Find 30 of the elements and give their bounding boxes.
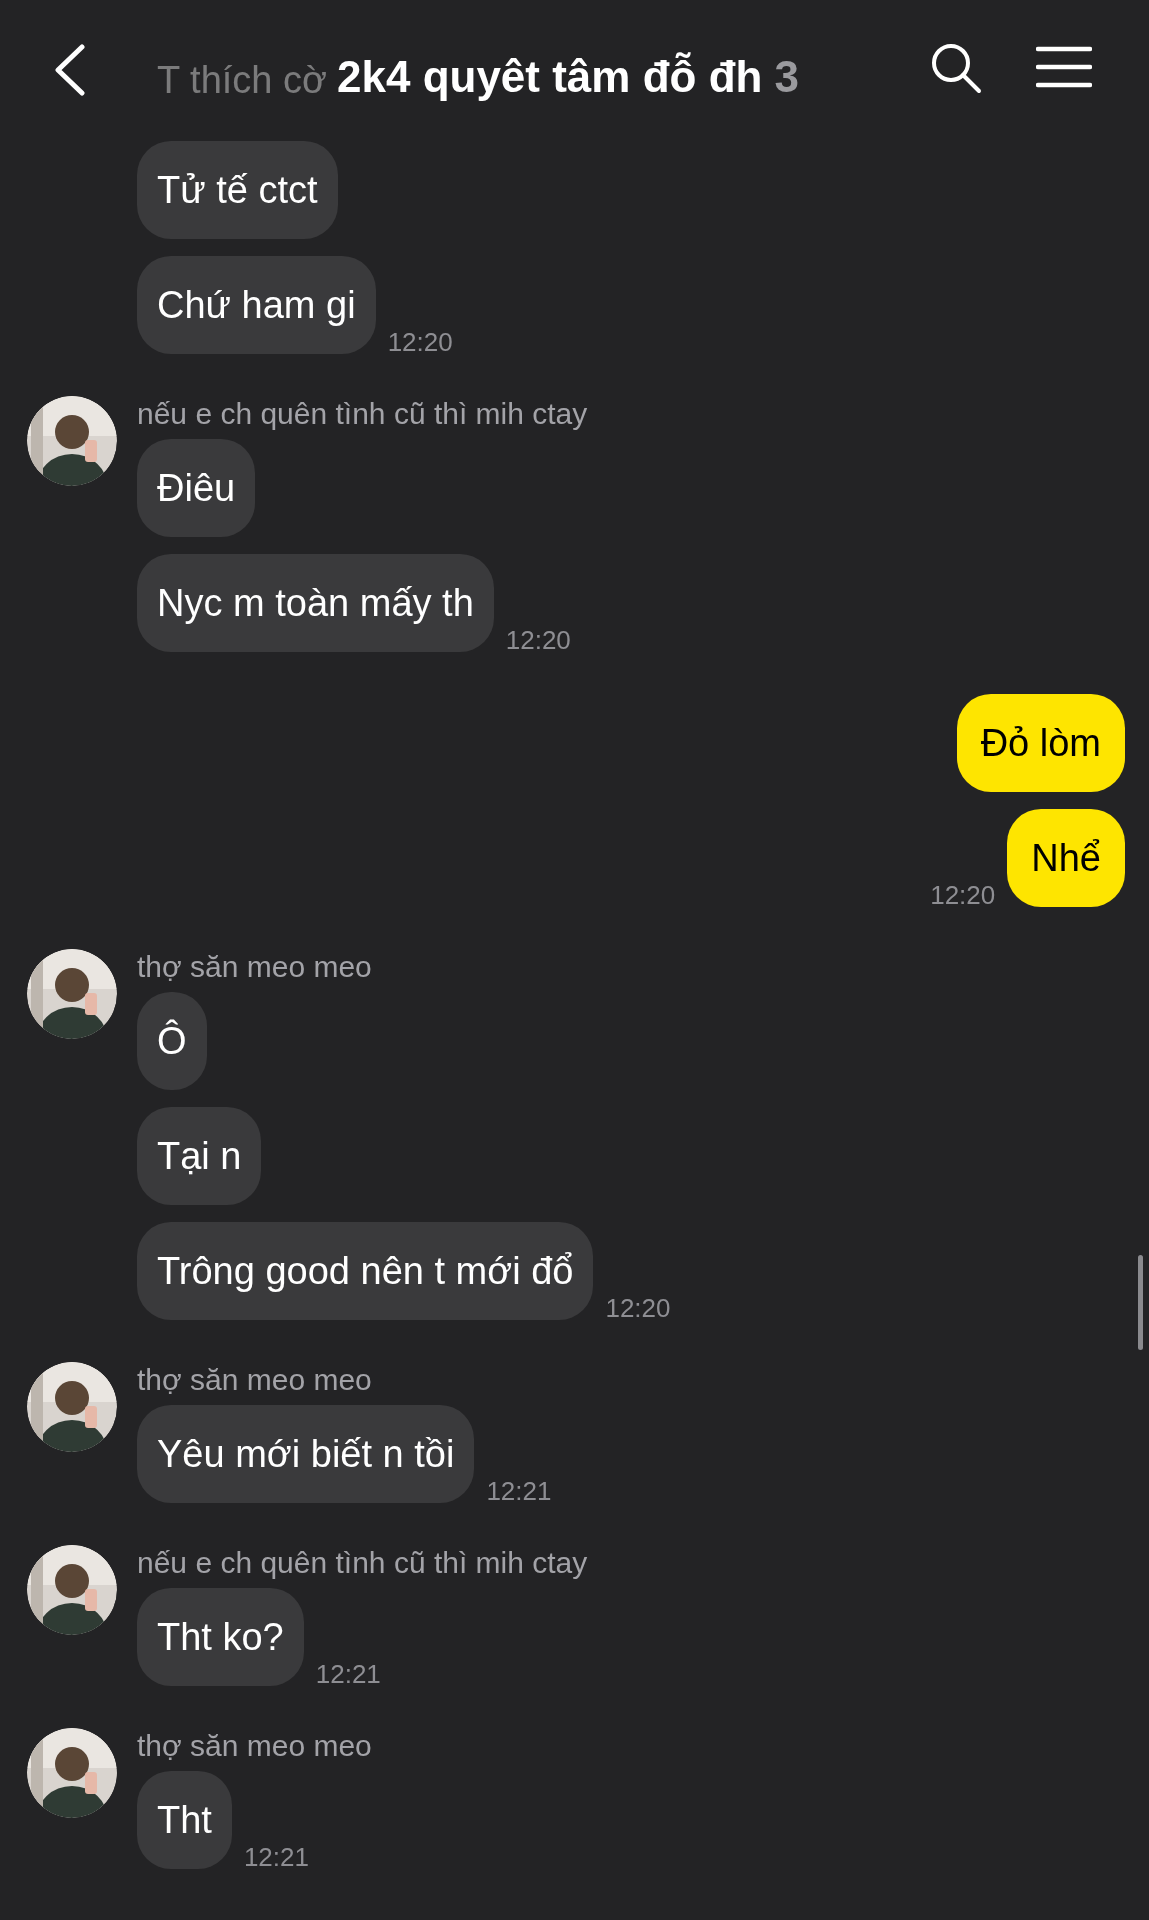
menu-icon[interactable] xyxy=(1036,46,1092,88)
message-bubble: Nhể xyxy=(1007,809,1125,907)
message-bubble: Tại n xyxy=(137,1107,262,1205)
message-time: 12:21 xyxy=(315,1658,381,1691)
message-bubble: Điêu xyxy=(137,439,256,537)
message-bubble: Yêu mới biết n tồi xyxy=(137,1405,475,1503)
message-time: 12:21 xyxy=(243,1841,309,1874)
message-bubble: Đỏ lòm xyxy=(956,694,1125,792)
sender-name: thợ săn meo meo xyxy=(137,949,372,985)
message-text: T thích cờ xyxy=(157,58,327,103)
sender-name: nếu e ch quên tình cũ thì mih ctay xyxy=(137,1545,588,1581)
search-icon[interactable] xyxy=(930,42,982,94)
message-bubble: Chứ ham gi xyxy=(137,256,376,354)
message-time: 12:20 xyxy=(930,879,996,912)
message-time: 12:21 xyxy=(486,1475,552,1508)
chat-title: 2k4 quyêt tâm đỗ đh xyxy=(337,51,763,103)
message-time: 12:20 xyxy=(387,326,453,359)
message-time: 12:20 xyxy=(505,624,571,657)
sender-name: thợ săn meo meo xyxy=(137,1728,372,1764)
message-bubble: Ô xyxy=(137,992,207,1090)
sender-name: thợ săn meo meo xyxy=(137,1362,372,1398)
sender-name: nếu e ch quên tình cũ thì mih ctay xyxy=(137,396,588,432)
message-bubble: Tht ko? xyxy=(137,1588,304,1686)
message-bubble: Nyc m toàn mấy th xyxy=(137,554,494,652)
message-bubble: Tht xyxy=(137,1771,232,1869)
message-bubble: Tử tế ctct xyxy=(137,141,338,239)
back-icon[interactable] xyxy=(52,44,86,96)
message-bubble: Trông good nên t mới đổ xyxy=(137,1222,594,1320)
message-time: 12:20 xyxy=(605,1292,671,1325)
member-count: 3 xyxy=(774,51,799,103)
